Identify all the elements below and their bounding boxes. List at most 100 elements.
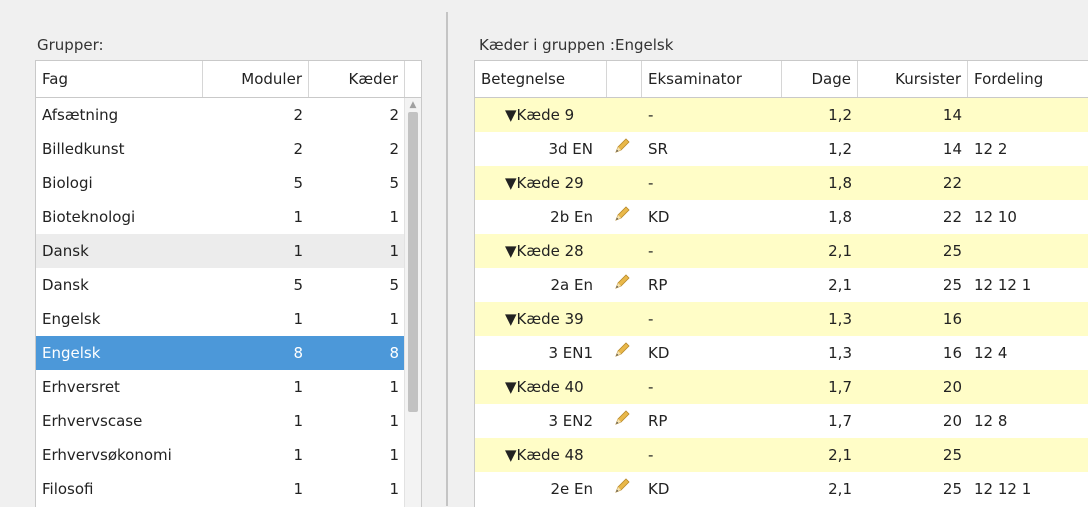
scrollbar-thumb[interactable] [408, 112, 418, 412]
cell-dage: 2,1 [828, 242, 852, 260]
table-row[interactable]: Afsætning 2 2 [36, 98, 421, 132]
cell-edit[interactable] [607, 336, 642, 370]
chains-panel: Kæder i gruppen :Engelsk Betegnelse Eksa… [452, 0, 1088, 507]
cell-kaeder: 1 [389, 378, 399, 396]
chains-table-body: ▼Kæde 9 - 1,2 14 3d EN SR 1,2 14 12 2 ▼Kæde 29 - 1,… [475, 98, 1088, 506]
groups-scrollbar[interactable]: ▲ [404, 98, 421, 507]
cell-edit[interactable] [607, 472, 642, 506]
pencil-icon[interactable] [613, 337, 631, 371]
chain-row[interactable]: ▼Kæde 40 - 1,7 20 [475, 370, 1088, 404]
cell-betegnelse: ▼Kæde 29 [505, 174, 584, 192]
cell-fag: Afsætning [42, 106, 119, 124]
cell-fag: Engelsk [42, 344, 101, 362]
table-row[interactable]: Engelsk 1 1 [36, 302, 421, 336]
cell-moduler: 2 [293, 140, 303, 158]
table-row[interactable]: Biologi 5 5 [36, 166, 421, 200]
cell-eksaminator: KD [648, 208, 670, 226]
table-row[interactable]: Dansk 5 5 [36, 268, 421, 302]
column-header-betegnelse[interactable]: Betegnelse [475, 61, 607, 97]
table-row[interactable]: Bioteknologi 1 1 [36, 200, 421, 234]
column-header-eksaminator[interactable]: Eksaminator [642, 61, 782, 97]
column-header-kursister[interactable]: Kursister [858, 61, 968, 97]
module-row[interactable]: 2a En RP 2,1 25 12 12 1 [475, 268, 1088, 302]
module-row[interactable]: 3d EN SR 1,2 14 12 2 [475, 132, 1088, 166]
column-header-fordeling[interactable]: Fordeling [968, 61, 1088, 97]
table-row[interactable]: Dansk 1 1 [36, 234, 421, 268]
module-row[interactable]: 3 EN1 KD 1,3 16 12 4 [475, 336, 1088, 370]
cell-fag: Filosofi [42, 480, 94, 498]
cell-eksaminator: - [648, 174, 654, 192]
chain-row[interactable]: ▼Kæde 39 - 1,3 16 [475, 302, 1088, 336]
cell-betegnelse: 2e En [550, 480, 593, 498]
table-row[interactable]: Engelsk 8 8 [36, 336, 421, 370]
scroll-up-arrow-icon[interactable]: ▲ [405, 98, 421, 112]
cell-fordeling [968, 370, 1088, 404]
pencil-icon[interactable] [613, 405, 631, 439]
cell-fordeling: 12 12 1 [974, 480, 1032, 498]
panel-divider[interactable] [446, 12, 448, 506]
table-row[interactable]: Erhversret 1 1 [36, 370, 421, 404]
pencil-icon[interactable] [613, 201, 631, 235]
cell-fordeling: 12 4 [974, 344, 1008, 362]
pencil-icon[interactable] [613, 269, 631, 303]
table-row[interactable]: Erhvervsøkonomi 1 1 [36, 438, 421, 472]
cell-eksaminator: - [648, 242, 654, 260]
module-row[interactable]: 2e En KD 2,1 25 12 12 1 [475, 472, 1088, 506]
table-row[interactable]: Billedkunst 2 2 [36, 132, 421, 166]
chain-row[interactable]: ▼Kæde 29 - 1,8 22 [475, 166, 1088, 200]
pencil-icon[interactable] [613, 133, 631, 167]
table-row[interactable]: Filosofi 1 1 [36, 472, 421, 506]
cell-edit[interactable] [607, 268, 642, 302]
cell-dage: 1,8 [828, 174, 852, 192]
cell-moduler: 1 [293, 412, 303, 430]
cell-betegnelse: ▼Kæde 28 [505, 242, 584, 260]
cell-kaeder: 1 [389, 310, 399, 328]
cell-fordeling: 12 12 1 [974, 276, 1032, 294]
cell-kaeder: 1 [389, 480, 399, 498]
cell-betegnelse: ▼Kæde 48 [505, 446, 584, 464]
column-header-icon[interactable] [607, 61, 642, 97]
cell-eksaminator: RP [648, 412, 668, 430]
column-header-dage[interactable]: Dage [782, 61, 858, 97]
cell-fag: Erhversret [42, 378, 120, 396]
column-header-moduler[interactable]: Moduler [203, 61, 309, 97]
cell-kaeder: 1 [389, 412, 399, 430]
cell-fordeling: 12 8 [974, 412, 1008, 430]
cell-kursister: 16 [942, 310, 962, 328]
cell-kursister: 14 [942, 106, 962, 124]
cell-edit[interactable] [607, 404, 642, 438]
cell-moduler: 1 [293, 242, 303, 260]
cell-dage: 1,7 [828, 412, 852, 430]
cell-kursister: 22 [942, 208, 962, 226]
chain-row[interactable]: ▼Kæde 9 - 1,2 14 [475, 98, 1088, 132]
cell-fag: Dansk [42, 242, 89, 260]
cell-dage: 2,1 [828, 276, 852, 294]
pencil-icon[interactable] [613, 473, 631, 507]
cell-eksaminator: RP [648, 276, 668, 294]
cell-edit[interactable] [607, 200, 642, 234]
cell-kursister: 22 [942, 174, 962, 192]
table-row[interactable]: Erhvervscase 1 1 [36, 404, 421, 438]
column-header-kaeder[interactable]: Kæder [309, 61, 405, 97]
groups-panel: Grupper: Fag Moduler Kæder Afsætning 2 2 Bi… [0, 0, 440, 507]
cell-kursister: 25 [942, 446, 962, 464]
cell-fag: Engelsk [42, 310, 101, 328]
cell-moduler: 8 [293, 344, 303, 362]
cell-kaeder: 2 [389, 140, 399, 158]
cell-eksaminator: - [648, 310, 654, 328]
chain-row[interactable]: ▼Kæde 48 - 2,1 25 [475, 438, 1088, 472]
module-row[interactable]: 2b En KD 1,8 22 12 10 [475, 200, 1088, 234]
cell-kaeder: 1 [389, 242, 399, 260]
cell-kursister: 20 [942, 378, 962, 396]
cell-moduler: 2 [293, 106, 303, 124]
cell-icon-empty [607, 438, 642, 472]
cell-eksaminator: - [648, 378, 654, 396]
cell-kaeder: 1 [389, 446, 399, 464]
chain-row[interactable]: ▼Kæde 28 - 2,1 25 [475, 234, 1088, 268]
cell-edit[interactable] [607, 132, 642, 166]
cell-icon-empty [607, 234, 642, 268]
module-row[interactable]: 3 EN2 RP 1,7 20 12 8 [475, 404, 1088, 438]
cell-kursister: 25 [942, 242, 962, 260]
column-header-fag[interactable]: Fag [36, 61, 203, 97]
cell-fag: Erhvervsøkonomi [42, 446, 172, 464]
